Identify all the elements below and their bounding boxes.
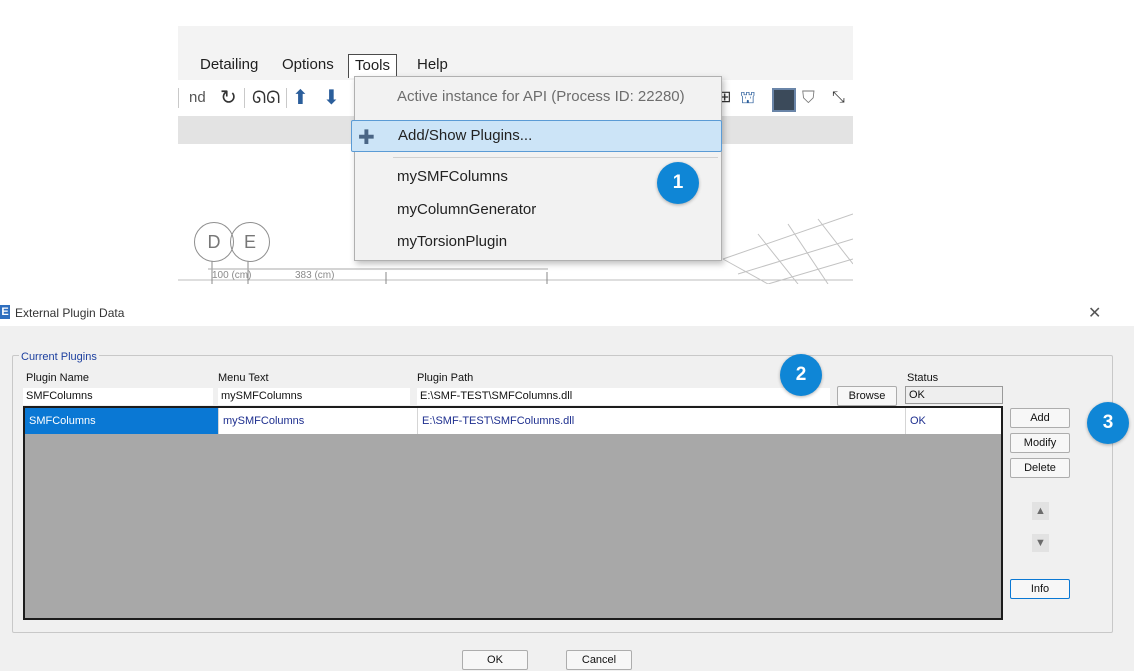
callout-badge-2: 2 [780, 354, 822, 396]
ok-button[interactable]: OK [462, 650, 528, 670]
table-row[interactable]: SMFColumns mySMFColumns E:\SMF-TEST\SMFC… [25, 408, 1001, 434]
axes-icon[interactable]: ⤡ [832, 86, 845, 110]
app-icon: E [0, 305, 10, 319]
delete-button[interactable]: Delete [1010, 458, 1070, 478]
add-button[interactable]: Add [1010, 408, 1070, 428]
cell-menu-text[interactable]: mySMFColumns [219, 408, 418, 434]
info-button[interactable]: Info [1010, 579, 1070, 599]
modify-button[interactable]: Modify [1010, 433, 1070, 453]
menu-item-add-show-plugins[interactable]: ✚ Add/Show Plugins... [351, 120, 722, 152]
cancel-button[interactable]: Cancel [566, 650, 632, 670]
menu-bar: Detailing Options Tools Help [178, 26, 853, 80]
toolbar-separator [244, 88, 245, 108]
menu-help[interactable]: Help [411, 54, 454, 78]
move-down-button[interactable]: ▼ [1032, 534, 1049, 552]
view-3d-icon[interactable] [772, 88, 796, 112]
group-label: Current Plugins [19, 351, 99, 363]
dialog-title: External Plugin Data [15, 306, 125, 320]
close-icon[interactable]: ✕ [1088, 303, 1101, 323]
cell-plugin-name[interactable]: SMFColumns [25, 408, 219, 434]
puzzle-icon: ✚ [358, 127, 375, 149]
toolbar-separator [286, 88, 287, 108]
menu-options[interactable]: Options [276, 54, 340, 78]
dimension-label: 383 (cm) [295, 270, 335, 281]
arrow-down-icon[interactable]: ⬇ [323, 86, 340, 110]
move-up-button[interactable]: ▲ [1032, 502, 1049, 520]
plugin-name-field[interactable]: SMFColumns [23, 388, 213, 405]
column-header-status: Status [907, 372, 939, 384]
menu-detailing[interactable]: Detailing [194, 54, 264, 78]
plugin-path-field[interactable]: E:\SMF-TEST\SMFColumns.dll [417, 388, 830, 405]
toolbar-partial-label: nd [189, 89, 206, 106]
menu-item-mycolumngenerator[interactable]: myColumnGenerator [397, 201, 536, 218]
menu-tools[interactable]: Tools [348, 54, 398, 78]
menu-item-mytorsionplugin[interactable]: myTorsionPlugin [397, 233, 507, 250]
plugins-grid[interactable]: SMFColumns mySMFColumns E:\SMF-TEST\SMFC… [23, 406, 1003, 620]
column-header-menu-text: Menu Text [218, 372, 269, 384]
cell-plugin-path[interactable]: E:\SMF-TEST\SMFColumns.dll [418, 408, 906, 434]
browse-button[interactable]: Browse [837, 386, 897, 406]
rotate-icon[interactable]: ↻ [220, 86, 237, 110]
menu-separator [393, 157, 718, 158]
grid-bubble-e: E [230, 222, 270, 262]
frame-icon[interactable]: ⛫ [740, 86, 756, 110]
external-plugin-dialog: E External Plugin Data ✕ Current Plugins… [0, 300, 1134, 671]
menu-item-mysmfcolumns[interactable]: mySMFColumns [397, 168, 508, 185]
shell-icon[interactable]: ⛉ [802, 86, 815, 110]
dialog-titlebar: E External Plugin Data ✕ [0, 300, 1134, 326]
dimension-label: 100 (cm) [212, 270, 252, 281]
menu-item-label: Add/Show Plugins... [398, 127, 533, 144]
column-header-plugin-name: Plugin Name [26, 372, 89, 384]
menu-item-active-instance: Active instance for API (Process ID: 222… [397, 88, 685, 105]
callout-badge-3: 3 [1087, 402, 1129, 444]
column-header-plugin-path: Plugin Path [417, 372, 474, 384]
arrow-up-icon[interactable]: ⬆ [292, 86, 309, 110]
toolbar-separator [178, 88, 179, 108]
cell-status[interactable]: OK [906, 408, 1001, 434]
grid-bubble-d: D [194, 222, 234, 262]
tools-menu-screenshot: Detailing Options Tools Help nd ↻ ᘏᘏ ⬆ ⬇… [178, 26, 853, 284]
status-field: OK [905, 386, 1003, 404]
glasses-icon[interactable]: ᘏᘏ [252, 86, 280, 110]
menu-text-field[interactable]: mySMFColumns [218, 388, 410, 405]
callout-badge-1: 1 [657, 162, 699, 204]
